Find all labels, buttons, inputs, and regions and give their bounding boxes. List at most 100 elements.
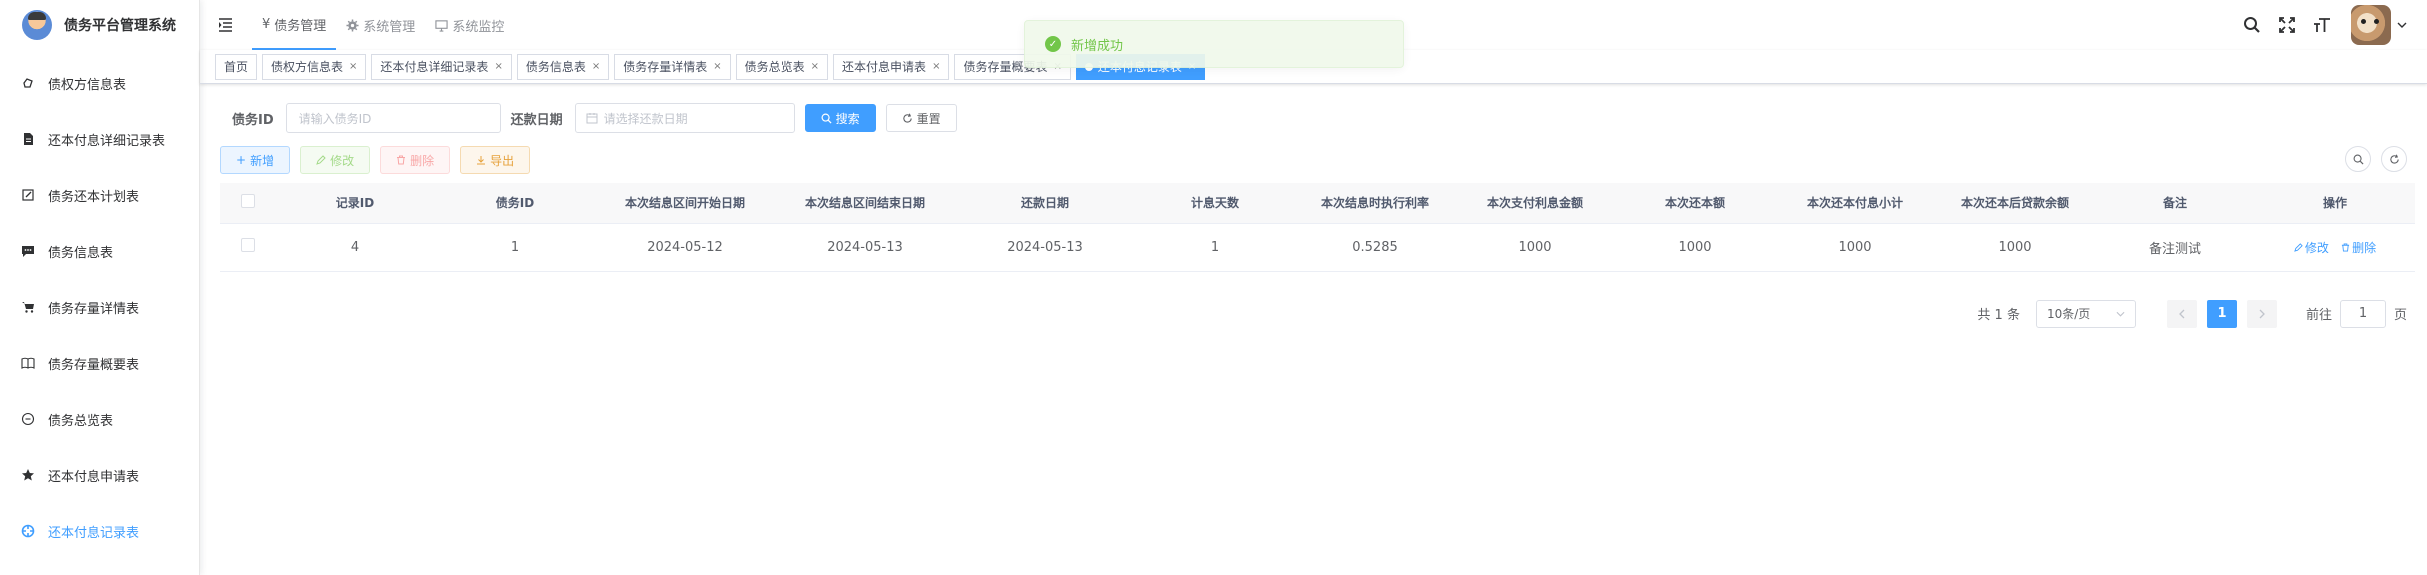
column-header: 本次还本后贷款余额: [1935, 183, 2095, 224]
top-menu-label: 系统管理: [363, 19, 416, 35]
cart-icon: [20, 299, 36, 315]
toolbar: + 新增 修改 删除 导出: [220, 146, 2407, 174]
sidebar-item-label: 债权方信息表: [48, 77, 127, 93]
checkbox[interactable]: [240, 194, 255, 209]
tag-home[interactable]: 首页: [215, 53, 258, 80]
edit-button[interactable]: 修改: [300, 146, 371, 174]
export-button-label: 导出: [490, 153, 515, 168]
close-icon[interactable]: ×: [494, 55, 502, 79]
date-placeholder: 请选择还款日期: [603, 111, 688, 126]
plus-icon: +: [236, 153, 247, 167]
top-menu-label: 债务管理: [274, 18, 327, 34]
success-toast: ✓ 新增成功: [1024, 20, 1404, 68]
close-icon[interactable]: ×: [932, 55, 940, 79]
refresh-icon: [902, 113, 913, 124]
toggle-search-button[interactable]: [2345, 146, 2371, 172]
search-icon[interactable]: [2242, 15, 2262, 35]
delete-button[interactable]: 删除: [380, 146, 451, 174]
star-icon: [20, 467, 36, 483]
next-page-button[interactable]: [2246, 299, 2277, 328]
chevron-right-icon: [2259, 309, 2265, 319]
tag-creditor[interactable]: 债权方信息表 ×: [262, 53, 367, 80]
row-edit-link[interactable]: 修改: [2294, 239, 2329, 256]
goto-suffix: 页: [2393, 308, 2407, 323]
sidebar-item-creditor[interactable]: 债权方信息表: [0, 55, 199, 111]
sidebar-item-stock-summary[interactable]: 债务存量概要表: [0, 335, 199, 391]
page-jumper: 前往 1 页: [2305, 299, 2407, 328]
refresh-icon: [2389, 154, 2400, 165]
reset-button[interactable]: 重置: [885, 104, 957, 132]
logo-area[interactable]: 债务平台管理系统: [0, 0, 199, 50]
checkbox[interactable]: [240, 238, 255, 252]
search-icon: [821, 113, 832, 124]
export-button[interactable]: 导出: [460, 146, 531, 174]
check-circle-icon: ✓: [1045, 36, 1061, 52]
search-button[interactable]: 搜索: [804, 104, 876, 132]
tag-overview[interactable]: 债务总览表 ×: [735, 53, 829, 80]
select-all-checkbox[interactable]: [220, 183, 275, 224]
date-picker[interactable]: 请选择还款日期: [574, 103, 795, 133]
tag-label: 首页: [224, 59, 249, 74]
sidebar-item-label: 还本付息申请表: [48, 469, 140, 485]
page-number-current[interactable]: 1: [2206, 299, 2237, 328]
delete-button-label: 删除: [410, 153, 435, 168]
close-icon[interactable]: ×: [592, 55, 600, 79]
refresh-button[interactable]: [2381, 146, 2407, 172]
top-menu-system[interactable]: 系统管理: [336, 0, 425, 50]
close-icon[interactable]: ×: [713, 55, 721, 79]
tag-repayment-apply[interactable]: 还本付息申请表 ×: [833, 53, 950, 80]
prev-page-button[interactable]: [2166, 299, 2197, 328]
goto-prefix: 前往: [2305, 308, 2332, 323]
column-header: 本次还本付息小计: [1775, 183, 1935, 224]
tag-repayment-detail[interactable]: 还本付息详细记录表 ×: [371, 53, 512, 80]
close-icon[interactable]: ×: [349, 55, 357, 79]
fullscreen-icon[interactable]: [2277, 15, 2297, 35]
hamburger-icon[interactable]: [218, 15, 238, 35]
sidebar-item-debt-info[interactable]: 债务信息表: [0, 223, 199, 279]
table-row[interactable]: 4 1 2024-05-12 2024-05-13 2024-05-13 1 0…: [220, 223, 2415, 272]
trash-icon: [2341, 242, 2350, 252]
caret-down-icon[interactable]: [2397, 20, 2407, 30]
sidebar-item-repayment-record[interactable]: 还本付息记录表: [0, 503, 199, 559]
reset-button-label: 重置: [916, 111, 941, 126]
goto-page-input[interactable]: 1: [2339, 299, 2386, 328]
table-cell: 1000: [1775, 223, 1935, 272]
sidebar-item-label: 债务总览表: [48, 413, 114, 429]
top-menu-monitor[interactable]: 系统监控: [425, 0, 514, 50]
sidebar-item-repayment-apply[interactable]: 还本付息申请表: [0, 447, 199, 503]
font-size-icon[interactable]: [2312, 15, 2332, 35]
row-delete-link[interactable]: 删除: [2341, 239, 2376, 256]
trash-icon: [396, 155, 406, 165]
tag-label: 债务存量详情表: [623, 59, 708, 74]
table-cell: 2024-05-13: [775, 223, 955, 272]
sidebar-item-repayment-plan[interactable]: 债务还本计划表: [0, 167, 199, 223]
table-cell: 1: [1135, 223, 1295, 272]
table-cell: 1000: [1935, 223, 2095, 272]
tag-debt-info[interactable]: 债务信息表 ×: [516, 53, 610, 80]
pagination: 共 1 条 10条/页 1 前往 1 页: [220, 299, 2407, 328]
column-header: 操作: [2255, 183, 2415, 224]
column-header: 记录ID: [275, 183, 435, 224]
gear-icon: [346, 18, 359, 32]
table-cell: 2024-05-13: [955, 223, 1135, 272]
sidebar-item-stock-detail[interactable]: 债务存量详情表: [0, 279, 199, 335]
column-header: 本次结息时执行利率: [1295, 183, 1455, 224]
tag-stock-detail[interactable]: 债务存量详情表 ×: [614, 53, 731, 80]
table-cell: 1000: [1615, 223, 1775, 272]
sidebar-item-repayment-detail[interactable]: 还本付息详细记录表: [0, 111, 199, 167]
table-cell: 1: [435, 223, 595, 272]
top-menu-debt[interactable]: ¥ 债务管理: [252, 0, 337, 50]
page-size-select[interactable]: 10条/页: [2035, 299, 2136, 328]
logo-icon: [22, 10, 52, 40]
chevron-left-icon: [2179, 309, 2185, 319]
edit-button-label: 修改: [330, 153, 355, 168]
add-button[interactable]: + 新增: [220, 146, 291, 174]
debt-id-placeholder: 请输入债务ID: [298, 111, 372, 126]
row-checkbox-cell[interactable]: [220, 223, 275, 272]
debt-id-input[interactable]: 请输入债务ID: [285, 103, 501, 133]
close-icon[interactable]: ×: [811, 55, 819, 79]
avatar[interactable]: [2351, 5, 2391, 45]
tag-label: 债务信息表: [525, 59, 586, 74]
sidebar-item-overview[interactable]: 债务总览表: [0, 391, 199, 447]
column-header: 本次结息区间结束日期: [775, 183, 955, 224]
